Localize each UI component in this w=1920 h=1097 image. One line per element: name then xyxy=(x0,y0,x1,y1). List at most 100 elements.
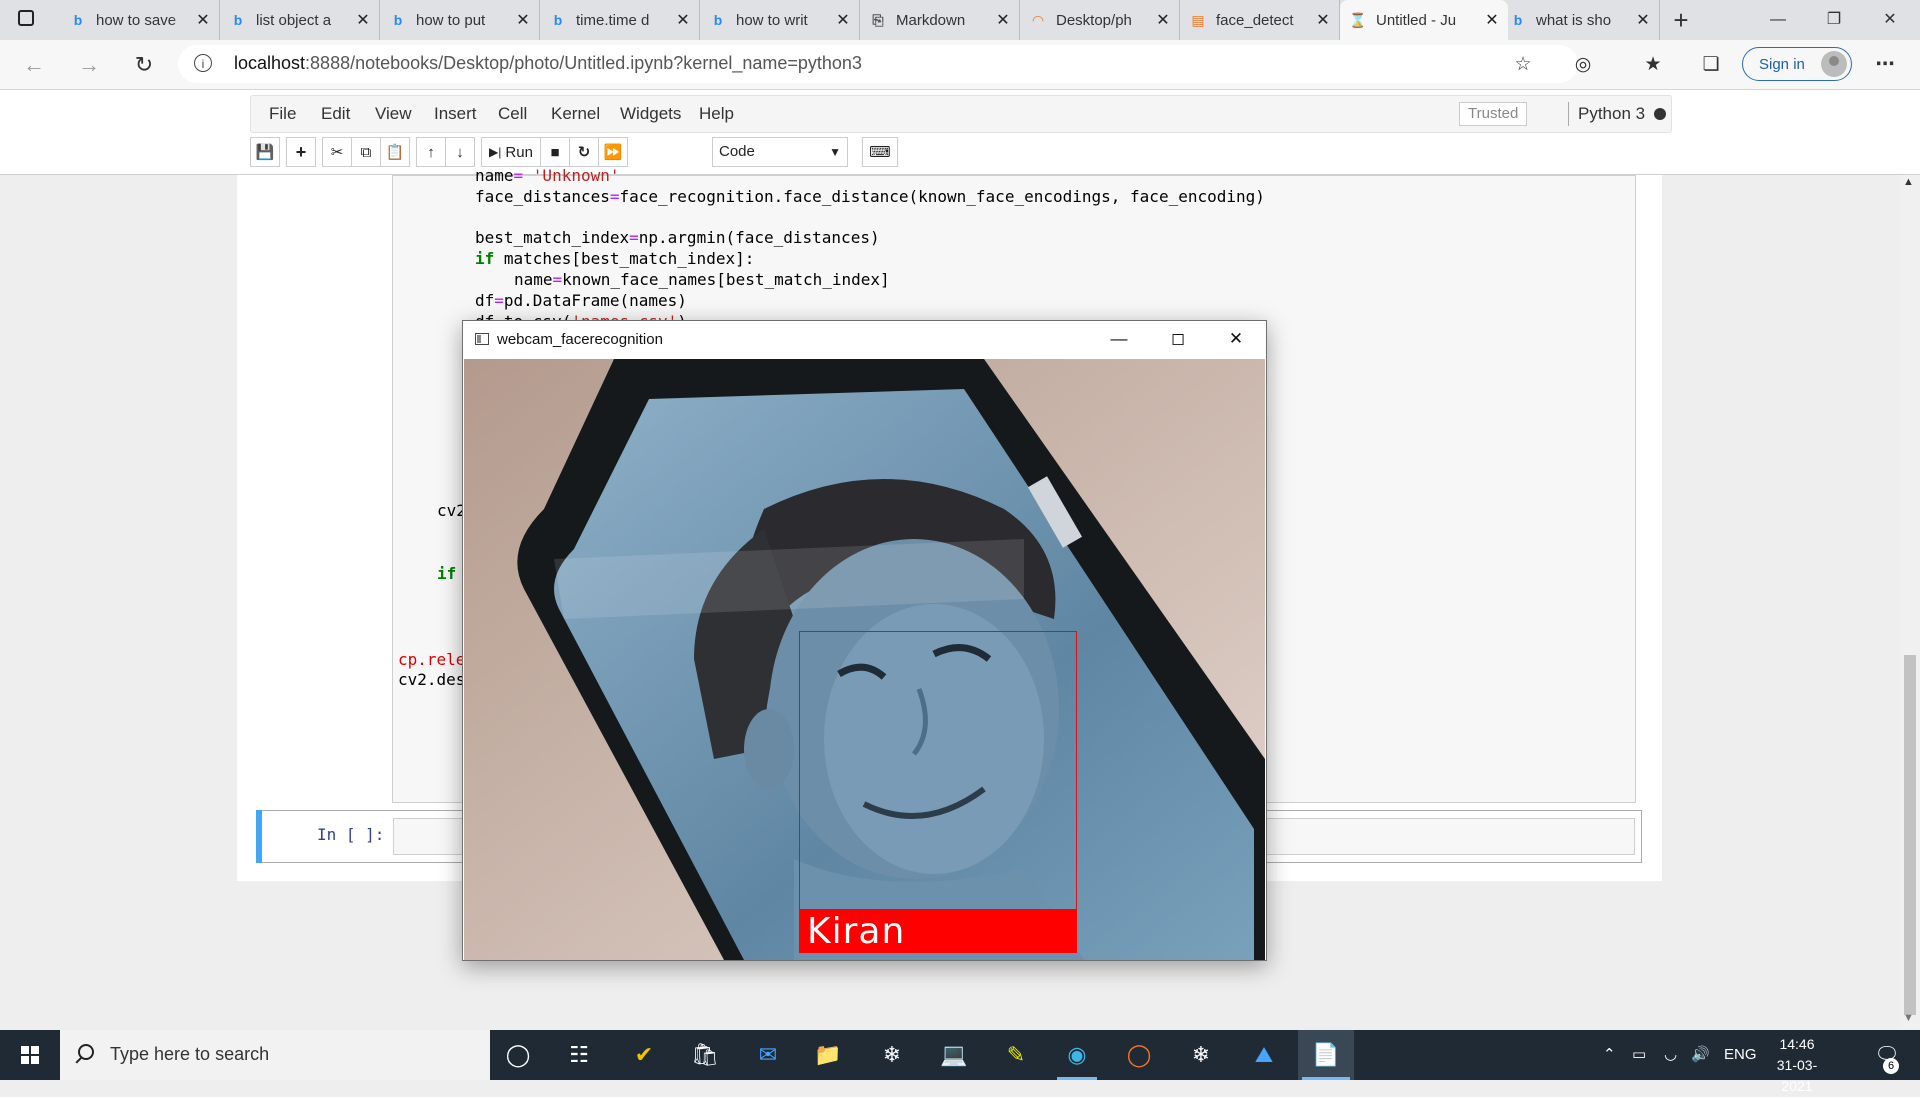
language-indicator[interactable]: ENG xyxy=(1724,1030,1757,1080)
browser-tab[interactable]: b how to put ✕ xyxy=(380,0,540,40)
mail-icon[interactable]: ✉ xyxy=(740,1030,796,1080)
menu-edit[interactable]: Edit xyxy=(321,96,350,132)
task-view-icon[interactable]: ☷ xyxy=(551,1030,607,1080)
menu-kernel[interactable]: Kernel xyxy=(551,96,600,132)
menu-help[interactable]: Help xyxy=(699,96,734,132)
tracking-icon[interactable]: ◎ xyxy=(1566,48,1600,82)
restore-button[interactable]: ❐ xyxy=(1806,0,1862,40)
battery-icon[interactable]: ▭ xyxy=(1632,1030,1646,1080)
browser-tab[interactable]: b list object a ✕ xyxy=(220,0,380,40)
close-tab-icon[interactable]: ✕ xyxy=(835,10,851,30)
anaconda-icon[interactable]: ❄ xyxy=(864,1030,920,1080)
keyboard-icon[interactable]: ⌨ xyxy=(862,137,898,167)
markdown-icon: ⎘ xyxy=(872,11,884,28)
copy-icon[interactable]: ⧉ xyxy=(351,137,381,167)
photos-icon[interactable]: ⛰ xyxy=(1236,1030,1292,1080)
browser-tab[interactable]: ⌛ Untitled - Ju ✕ xyxy=(1340,0,1508,40)
clock[interactable]: 14:46 31-03-2021 xyxy=(1762,1034,1832,1097)
browser-tab[interactable]: b what is sho ✕ xyxy=(1500,0,1660,40)
kernel-name[interactable]: Python 3 xyxy=(1578,96,1645,132)
browser-tab[interactable]: b how to writ ✕ xyxy=(700,0,860,40)
file-explorer-icon[interactable]: 📁 xyxy=(800,1030,856,1080)
new-tab-button[interactable]: + xyxy=(1665,4,1697,36)
more-options-icon[interactable]: ⋯ xyxy=(1868,48,1902,82)
close-tab-icon[interactable]: ✕ xyxy=(355,10,371,30)
browser-tab[interactable]: ▤ face_detect ✕ xyxy=(1180,0,1340,40)
browser-tab[interactable]: ◠ Desktop/ph ✕ xyxy=(1020,0,1180,40)
browser-tab[interactable]: b how to save ✕ xyxy=(60,0,220,40)
scrollbar-thumb[interactable] xyxy=(1904,655,1916,1015)
close-tab-icon[interactable]: ✕ xyxy=(515,10,531,30)
anaconda-prompt-icon[interactable]: ❄ xyxy=(1173,1030,1229,1080)
menu-widgets[interactable]: Widgets xyxy=(620,96,681,132)
browser-tab[interactable]: b time.time d ✕ xyxy=(540,0,700,40)
tab-title: face_detect xyxy=(1216,11,1294,29)
site-info-icon[interactable]: i xyxy=(194,54,212,72)
tool-icon[interactable]: ✎ xyxy=(988,1030,1044,1080)
webcam-window-titlebar[interactable]: webcam_facerecognition — ◻ ✕ xyxy=(463,321,1266,359)
minimize-button[interactable]: — xyxy=(1750,0,1806,40)
close-tab-icon[interactable]: ✕ xyxy=(675,10,691,30)
jupyter-menubar: File Edit View Insert Cell Kernel Widgets Help … xyxy=(250,95,1672,133)
cortana-icon[interactable]: ◯ xyxy=(490,1030,546,1080)
close-window-button[interactable]: ✕ xyxy=(1862,0,1918,40)
cell-type-select[interactable]: Code ▼ xyxy=(712,137,848,167)
close-tab-icon[interactable]: ✕ xyxy=(1635,10,1651,30)
collections-icon[interactable]: ❏ xyxy=(1694,48,1728,82)
browser-tab[interactable]: ⎘ Markdown ✕ xyxy=(860,0,1020,40)
scroll-up-arrow-icon[interactable]: ▲ xyxy=(1903,176,1914,188)
restart-icon[interactable]: ↻ xyxy=(569,137,599,167)
cv-minimize-button[interactable]: — xyxy=(1090,321,1148,359)
restart-run-all-icon[interactable]: ⏩ xyxy=(598,137,628,167)
wifi-icon[interactable]: ◡ xyxy=(1664,1030,1677,1080)
run-button[interactable]: ▶| Run xyxy=(481,137,541,167)
url-text[interactable]: localhost:8888/notebooks/Desktop/photo/U… xyxy=(234,53,862,74)
close-tab-icon[interactable]: ✕ xyxy=(995,10,1011,30)
webcam-window-taskbar-icon[interactable]: 📄 xyxy=(1298,1030,1354,1080)
close-tab-icon[interactable]: ✕ xyxy=(195,10,211,30)
close-tab-icon[interactable]: ✕ xyxy=(1155,10,1171,30)
url-field[interactable]: i localhost:8888/notebooks/Desktop/photo… xyxy=(178,45,1578,83)
move-up-icon[interactable]: ↑ xyxy=(416,137,446,167)
taskbar-search-box[interactable]: Type here to search xyxy=(60,1030,490,1080)
app-check-icon[interactable]: ✔ xyxy=(616,1030,672,1080)
jupyter-header: File Edit View Insert Cell Kernel Widgets Help … xyxy=(0,90,1920,175)
computer-icon[interactable]: 💻 xyxy=(926,1030,982,1080)
jupyter-icon[interactable]: ◯ xyxy=(1111,1030,1167,1080)
sign-in-button[interactable]: Sign in xyxy=(1742,47,1852,81)
webcam-window[interactable]: webcam_facerecognition — ◻ ✕ Kiran xyxy=(462,320,1267,961)
cut-icon[interactable]: ✂ xyxy=(322,137,352,167)
start-button[interactable] xyxy=(0,1030,60,1080)
show-hidden-icons[interactable]: ⌃ xyxy=(1603,1030,1616,1080)
cv-maximize-button[interactable]: ◻ xyxy=(1149,321,1207,359)
forward-arrow-icon[interactable]: → xyxy=(72,48,106,82)
code-line: name= 'Unknown' xyxy=(475,166,620,185)
tab-title: what is sho xyxy=(1536,11,1612,29)
refresh-icon[interactable]: ↻ xyxy=(127,48,161,82)
close-tab-icon[interactable]: ✕ xyxy=(1315,10,1331,30)
volume-icon[interactable]: 🔊 xyxy=(1691,1030,1710,1080)
interrupt-icon[interactable]: ■ xyxy=(540,137,570,167)
add-favorite-icon[interactable]: ☆ xyxy=(1506,48,1540,82)
code-line: cp.rele xyxy=(398,650,466,669)
trusted-indicator[interactable]: Trusted xyxy=(1459,102,1528,126)
menu-insert[interactable]: Insert xyxy=(434,96,477,132)
insert-cell-icon[interactable]: + xyxy=(286,137,316,167)
menu-view[interactable]: View xyxy=(375,96,412,132)
tab-actions-icon[interactable] xyxy=(18,10,34,26)
scroll-down-arrow-icon[interactable]: ▼ xyxy=(1903,1012,1914,1024)
menu-cell[interactable]: Cell xyxy=(498,96,527,132)
close-tab-icon[interactable]: ✕ xyxy=(1484,10,1500,30)
favorites-icon[interactable]: ★ xyxy=(1636,48,1670,82)
webcam-frame: Kiran xyxy=(464,359,1265,960)
cv-close-button[interactable]: ✕ xyxy=(1207,321,1265,359)
store-icon[interactable]: 🛍 xyxy=(677,1030,733,1080)
menu-file[interactable]: File xyxy=(269,96,296,132)
save-icon[interactable]: 💾 xyxy=(250,137,280,167)
sign-in-label: Sign in xyxy=(1759,55,1805,73)
move-down-icon[interactable]: ↓ xyxy=(445,137,475,167)
back-arrow-icon[interactable]: ← xyxy=(17,48,51,82)
paste-icon[interactable]: 📋 xyxy=(380,137,410,167)
code-line: best_match_index=np.argmin(face_distance… xyxy=(475,228,880,247)
edge-icon[interactable]: ◉ xyxy=(1049,1030,1105,1080)
